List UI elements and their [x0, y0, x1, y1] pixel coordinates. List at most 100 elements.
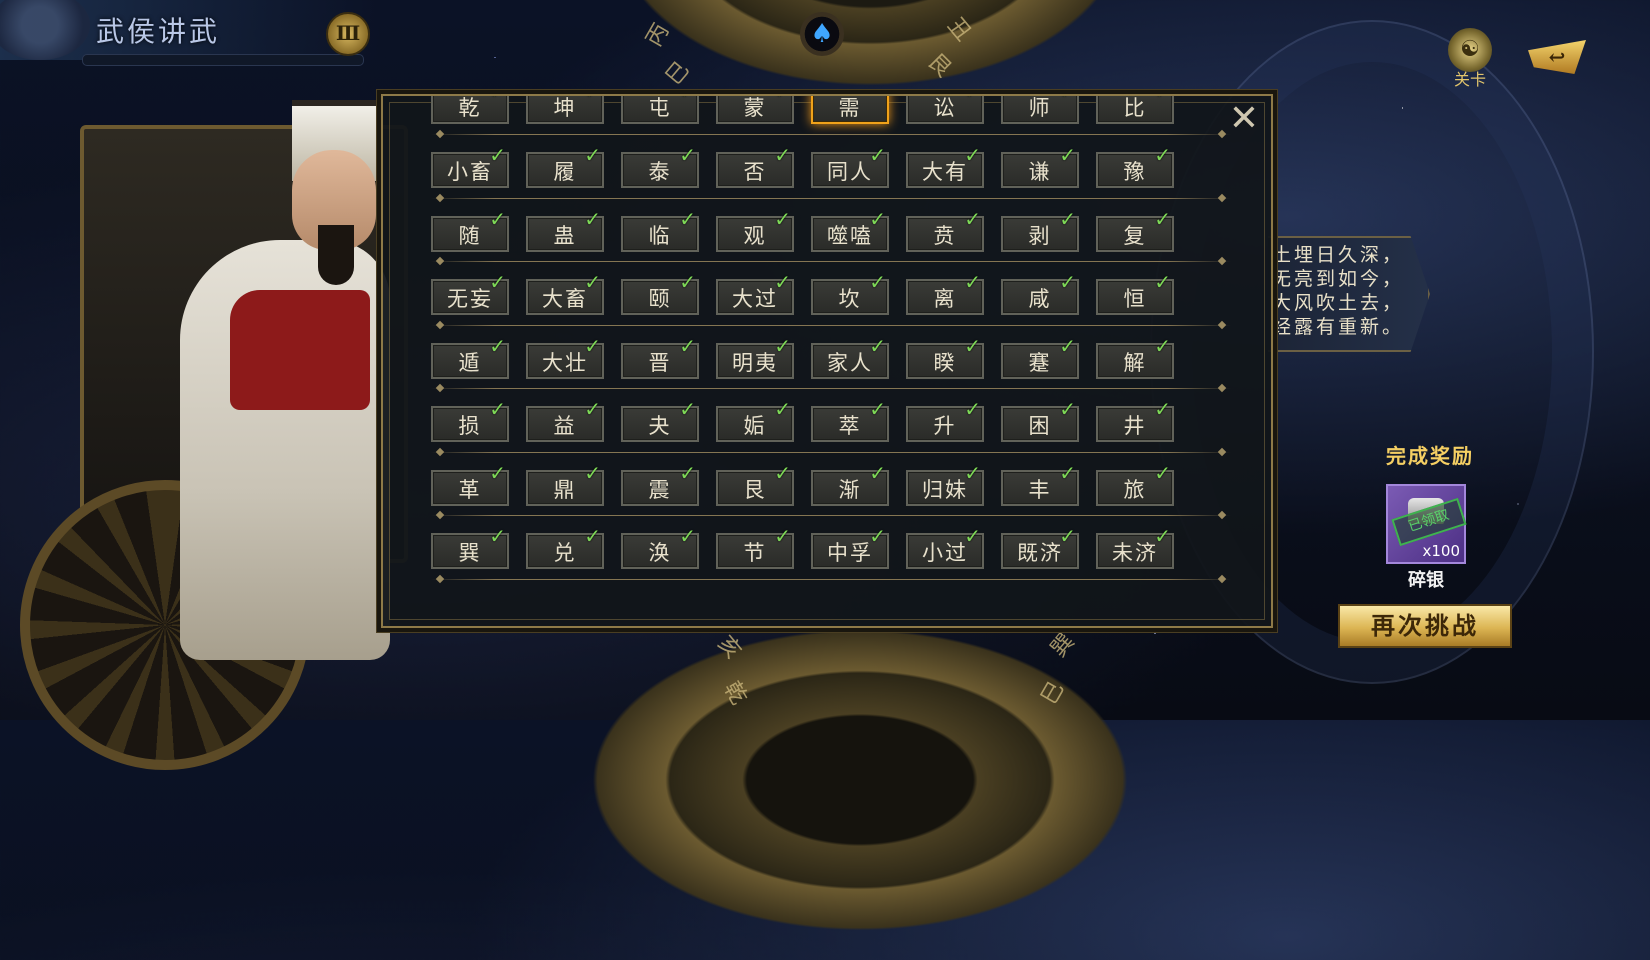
hexagram-tile[interactable]: 大有 ✓	[906, 145, 984, 188]
hexagram-tile[interactable]: 无妄 ✓	[431, 272, 509, 315]
hexagram-tile[interactable]: 恒 ✓	[1096, 272, 1174, 315]
hexagram-tile[interactable]: 蛊 ✓	[526, 209, 604, 252]
hexagram-tile[interactable]: 泰 ✓	[621, 145, 699, 188]
hexagram-tile[interactable]: 旅 ✓	[1096, 463, 1174, 506]
hexagram-tile[interactable]: 革 ✓	[431, 463, 509, 506]
check-icon: ✓	[869, 206, 886, 231]
check-icon: ✓	[869, 333, 886, 358]
hexagram-tile[interactable]: 否 ✓	[716, 145, 794, 188]
hexagram-tile[interactable]: 渐 ✓	[811, 463, 889, 506]
hexagram-tile[interactable]: 遁 ✓	[431, 336, 509, 379]
check-icon: ✓	[489, 206, 506, 231]
reward-item[interactable]: 已领取 x100	[1386, 484, 1467, 564]
hexagram-row: 小畜 ✓ 履 ✓ 泰 ✓ 否 ✓ 同人 ✓ 大有 ✓ 谦 ✓ 豫 ✓	[431, 138, 1231, 202]
hexagram-tile[interactable]: 随 ✓	[431, 209, 509, 252]
hexagram-tile[interactable]: 蒙✓	[716, 96, 794, 124]
hexagram-tile[interactable]: 同人 ✓	[811, 145, 889, 188]
level-button[interactable]: ☯ 关卡	[1440, 28, 1500, 89]
hexagram-tile[interactable]: 大壮 ✓	[526, 336, 604, 379]
hexagram-label: 大有	[922, 160, 968, 184]
hexagram-tile[interactable]: 小过 ✓	[906, 526, 984, 569]
hexagram-tile[interactable]: 节 ✓	[716, 526, 794, 569]
hexagram-tile[interactable]: 比✓	[1096, 96, 1174, 124]
hexagram-tile[interactable]: 既济 ✓	[1001, 526, 1079, 569]
hexagram-tile[interactable]: 讼✓	[906, 96, 984, 124]
hexagram-tile[interactable]: 离 ✓	[906, 272, 984, 315]
hexagram-label: 困	[1028, 414, 1052, 438]
book-icon[interactable]: Ⅲ	[326, 12, 370, 56]
check-icon: ✓	[1059, 206, 1076, 231]
hexagram-tile[interactable]: 师✓	[1001, 96, 1079, 124]
hexagram-tile[interactable]: 井 ✓	[1096, 399, 1174, 442]
hexagram-tile[interactable]: 复 ✓	[1096, 209, 1174, 252]
check-icon: ✓	[489, 397, 506, 421]
hexagram-label: 升	[933, 414, 957, 438]
hexagram-tile[interactable]: 谦 ✓	[1001, 145, 1079, 188]
hexagram-tile[interactable]: 萃 ✓	[811, 399, 889, 442]
page-title: 武侯讲武	[96, 15, 221, 48]
check-icon: ✓	[964, 524, 981, 548]
poem-line: 大风吹土去，	[1272, 292, 1405, 314]
hexagram-tile[interactable]: 屯✓	[621, 96, 699, 124]
hexagram-tile[interactable]: 大畜 ✓	[526, 272, 604, 315]
hexagram-tile[interactable]: 大过 ✓	[716, 272, 794, 315]
check-icon: ✓	[584, 206, 601, 231]
hexagram-tile[interactable]: 剥 ✓	[1001, 209, 1079, 252]
hexagram-tile[interactable]: 涣 ✓	[621, 526, 699, 569]
poem-line: 经露有重新。	[1272, 316, 1405, 338]
hexagram-tile[interactable]: 兑 ✓	[526, 526, 604, 569]
close-icon[interactable]: ✕	[1224, 100, 1264, 140]
hexagram-tile[interactable]: 归妹 ✓	[906, 463, 984, 506]
hexagram-tile[interactable]: 明夷 ✓	[716, 336, 794, 379]
hexagram-tile[interactable]: 需	[811, 96, 889, 124]
hexagram-tile[interactable]: 巽 ✓	[431, 526, 509, 569]
hexagram-tile[interactable]: 中孚 ✓	[811, 526, 889, 569]
hexagram-tile[interactable]: 颐 ✓	[621, 272, 699, 315]
hexagram-tile[interactable]: 坎 ✓	[811, 272, 889, 315]
hexagram-label: 丰	[1028, 477, 1052, 502]
retry-button[interactable]: 再次挑战	[1338, 604, 1512, 648]
hexagram-tile[interactable]: 震 ✓	[621, 463, 699, 506]
hexagram-tile[interactable]: 咸 ✓	[1001, 272, 1079, 315]
hexagram-tile[interactable]: 临 ✓	[621, 209, 699, 252]
hexagram-grid: 乾✓坤✓屯✓蒙✓需讼✓师✓比✓小畜✓履✓泰✓否✓同人✓大有✓谦✓豫✓随✓蛊✓临✓…	[431, 96, 1231, 583]
check-icon: ✓	[1059, 270, 1076, 294]
hexagram-tile[interactable]: 蹇 ✓	[1001, 336, 1079, 379]
hexagram-tile[interactable]: 小畜 ✓	[431, 145, 509, 188]
check-icon: ✓	[774, 96, 791, 101]
hexagram-tile[interactable]: 鼎 ✓	[526, 463, 604, 506]
check-icon: ✓	[584, 524, 601, 548]
hexagram-tile[interactable]: 睽 ✓	[906, 336, 984, 379]
hexagram-row: 遁 ✓ 大壮 ✓ 晋 ✓ 明夷 ✓ 家人 ✓ 睽 ✓ 蹇 ✓ 解 ✓	[431, 329, 1231, 393]
hexagram-tile[interactable]: 升 ✓	[906, 399, 984, 442]
hexagram-tile[interactable]: 履 ✓	[526, 145, 604, 188]
hexagram-tile[interactable]: 坤✓	[526, 96, 604, 124]
hexagram-tile[interactable]: 解 ✓	[1096, 336, 1174, 379]
row-divider	[431, 578, 1231, 580]
hexagram-tile[interactable]: 噬嗑 ✓	[811, 209, 889, 252]
hexagram-tile[interactable]: 晋 ✓	[621, 336, 699, 379]
hexagram-tile[interactable]: 乾✓	[431, 96, 509, 124]
hexagram-tile[interactable]: 困 ✓	[1001, 399, 1079, 442]
hexagram-tile[interactable]: 丰 ✓	[1001, 463, 1079, 506]
hexagram-label: 大过	[732, 287, 778, 311]
hexagram-label: 泰	[648, 160, 672, 184]
check-icon: ✓	[679, 96, 696, 101]
hexagram-tile[interactable]: 家人 ✓	[811, 336, 889, 379]
hexagram-label: 履	[553, 160, 577, 184]
hexagram-tile[interactable]: 豫 ✓	[1096, 145, 1174, 188]
hexagram-label: 否	[743, 160, 767, 184]
check-icon: ✓	[1154, 270, 1171, 294]
hexagram-tile[interactable]: 姤 ✓	[716, 399, 794, 442]
check-icon: ✓	[1059, 460, 1076, 485]
hexagram-tile[interactable]: 艮 ✓	[716, 463, 794, 506]
hexagram-tile[interactable]: 未济 ✓	[1096, 526, 1174, 569]
hexagram-tile[interactable]: 损 ✓	[431, 399, 509, 442]
hexagram-label: 大壮	[542, 350, 588, 375]
hexagram-tile[interactable]: 观 ✓	[716, 209, 794, 252]
hexagram-tile[interactable]: 益 ✓	[526, 399, 604, 442]
hexagram-tile[interactable]: 夬 ✓	[621, 399, 699, 442]
hexagram-tile[interactable]: 贲 ✓	[906, 209, 984, 252]
poem-line: 无亮到如今，	[1272, 268, 1405, 290]
hexagram-label: 涣	[648, 541, 672, 565]
